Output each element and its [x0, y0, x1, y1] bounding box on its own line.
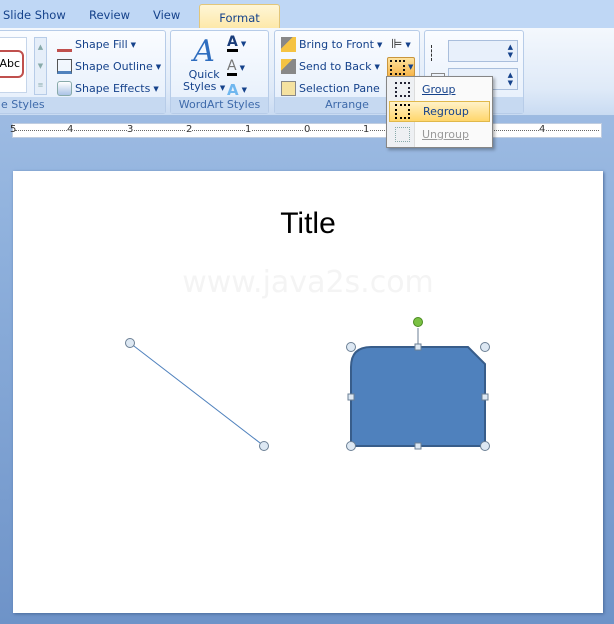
text-outline-button[interactable]: A ▼ — [227, 59, 245, 76]
tab-review[interactable]: Review — [89, 8, 130, 22]
group-label: e Styles — [0, 97, 165, 113]
group-label: WordArt Styles — [171, 97, 268, 113]
ruler-label: 5 — [10, 124, 17, 135]
quick-styles-button[interactable]: A Quick Styles ▼ — [183, 35, 225, 94]
line-end-handle[interactable] — [259, 441, 269, 451]
send-to-back-icon — [281, 59, 296, 74]
rotation-handle[interactable] — [413, 317, 423, 327]
snip-round-rectangle-shape[interactable] — [350, 346, 486, 447]
ruler-label: 2 — [186, 124, 193, 135]
text-fill-icon: A — [227, 34, 238, 52]
line-shape[interactable] — [129, 342, 265, 447]
ruler-label: 1 — [363, 124, 370, 135]
shape-effects-button[interactable]: Shape Effects ▼ — [57, 81, 159, 96]
tab-bar: Slide Show Review View Format — [0, 0, 614, 30]
shape-effects-icon — [57, 81, 72, 96]
menu-item-ungroup[interactable]: Ungroup — [389, 124, 490, 145]
menu-item-group[interactable]: Group — [389, 79, 490, 100]
bring-to-front-button[interactable]: Bring to Front ▼ — [281, 37, 382, 52]
text-fill-button[interactable]: A ▼ — [227, 35, 246, 52]
style-gallery[interactable]: Abc — [0, 37, 27, 93]
align-button[interactable]: ⊫ ▼ — [391, 37, 411, 52]
shape-fill-button[interactable]: Shape Fill ▼ — [57, 37, 136, 52]
menu-item-regroup[interactable]: Regroup — [389, 101, 490, 122]
tab-format[interactable]: Format — [199, 4, 280, 30]
send-to-back-button[interactable]: Send to Back ▼ — [281, 59, 380, 74]
height-icon — [431, 45, 445, 61]
regroup-icon — [395, 104, 410, 119]
group-icon — [395, 82, 410, 97]
selection-pane-icon — [281, 81, 296, 96]
ruler-label: 4 — [67, 124, 74, 135]
paint-bucket-icon — [57, 37, 72, 52]
tab-view[interactable]: View — [153, 8, 180, 22]
selection-pane-button[interactable]: Selection Pane — [281, 81, 380, 96]
line-start-handle[interactable] — [125, 338, 135, 348]
ruler-label: 4 — [539, 124, 546, 135]
ribbon: Abc ▲ ▼ ≡ Shape Fill ▼ Shape Outline ▼ Shape… — [0, 28, 614, 116]
text-outline-icon: A — [227, 58, 237, 76]
ruler-label: 3 — [127, 124, 134, 135]
ungroup-icon — [395, 127, 410, 142]
group-dropdown-button[interactable]: ▼ — [387, 57, 415, 77]
wordart-a-icon: A — [193, 34, 215, 69]
group-dropdown-menu: Group Regroup Ungroup — [386, 76, 493, 148]
pencil-icon — [57, 59, 72, 74]
align-icon: ⊫ — [391, 37, 403, 52]
gallery-scroll[interactable]: ▲ ▼ ≡ — [34, 37, 47, 95]
ruler-label: 0 — [304, 124, 311, 135]
group-icon — [390, 59, 405, 75]
shape-styles-group: Abc ▲ ▼ ≡ Shape Fill ▼ Shape Outline ▼ Shape… — [0, 30, 166, 114]
slide-canvas[interactable]: Title www.java2s.com — [13, 171, 603, 613]
shape-outline-button[interactable]: Shape Outline ▼ — [57, 59, 161, 74]
wordart-styles-group: A Quick Styles ▼ A ▼ A ▼ A ▼ WordArt Styles — [170, 30, 269, 114]
tab-slide-show[interactable]: Slide Show — [3, 8, 66, 22]
horizontal-ruler[interactable]: 5 4 3 2 1 0 1 2 3 4 — [10, 123, 602, 138]
ruler-label: 1 — [245, 124, 252, 135]
style-preview[interactable]: Abc — [0, 50, 24, 78]
bring-to-front-icon — [281, 37, 296, 52]
slide-shapes — [125, 317, 490, 451]
shape-height-spinner[interactable]: ▲ ▼ — [448, 40, 518, 62]
